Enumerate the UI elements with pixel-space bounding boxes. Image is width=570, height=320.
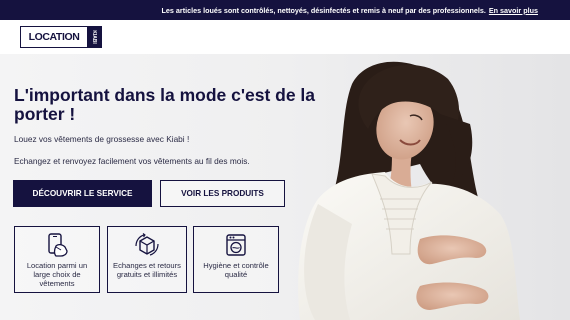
feature-card-rental-choice: Location parmi un large choix de vêtemen… bbox=[14, 226, 100, 293]
box-return-icon bbox=[135, 233, 159, 256]
hero-subtitle-rent: Louez vos vêtements de grossesse avec Ki… bbox=[14, 134, 190, 144]
announcement-text: Les articles loués sont contrôlés, netto… bbox=[161, 5, 486, 15]
discover-service-button[interactable]: DÉCOUVRIR LE SERVICE bbox=[13, 180, 152, 207]
location-kiabi-logo[interactable]: LOCATION KIABI bbox=[20, 26, 102, 48]
logo-brand-tag: KIABI bbox=[87, 27, 101, 47]
washing-machine-icon bbox=[226, 234, 246, 256]
hero-title: L'important dans la mode c'est de la por… bbox=[14, 85, 316, 124]
announcement-bar: Les articles loués sont contrôlés, netto… bbox=[0, 0, 570, 20]
feature-label-hygiene: Hygiène et contrôle qualité bbox=[203, 261, 269, 279]
feature-label-free-returns: Echanges et retours gratuits et illimité… bbox=[113, 261, 181, 279]
logo-text: LOCATION bbox=[28, 31, 80, 43]
hero-subtitle-exchange: Echangez et renvoyez facilement vos vête… bbox=[14, 156, 250, 166]
feature-card-hygiene: Hygiène et contrôle qualité bbox=[193, 226, 279, 293]
learn-more-link[interactable]: En savoir plus bbox=[489, 6, 538, 15]
hero-banner: L'important dans la mode c'est de la por… bbox=[0, 54, 570, 320]
view-products-button[interactable]: VOIR LES PRODUITS bbox=[160, 180, 285, 207]
feature-card-free-returns: Echanges et retours gratuits et illimité… bbox=[107, 226, 187, 293]
phone-hand-icon bbox=[48, 233, 68, 257]
feature-label-rental-choice: Location parmi un large choix de vêtemen… bbox=[26, 261, 88, 288]
